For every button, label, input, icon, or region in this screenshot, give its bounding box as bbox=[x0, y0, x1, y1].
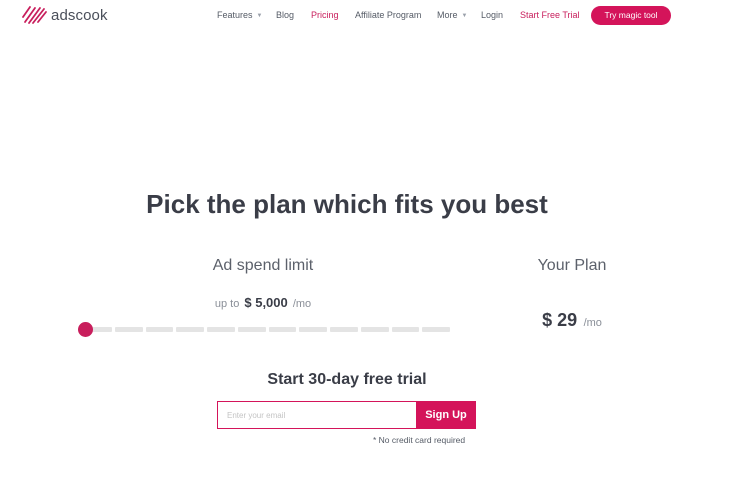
trial-title: Start 30-day free trial bbox=[267, 371, 427, 388]
slider-segment bbox=[330, 327, 358, 332]
nav-blog[interactable]: Blog bbox=[276, 10, 294, 20]
logo-text: adscook bbox=[51, 6, 108, 24]
logo-mark-icon bbox=[22, 6, 47, 24]
nav-login[interactable]: Login bbox=[481, 10, 503, 20]
page-title: Pick the plan which fits you best bbox=[146, 189, 548, 219]
logo[interactable]: adscook bbox=[22, 5, 108, 25]
nav-features[interactable]: Features ▼ bbox=[217, 10, 262, 20]
slider-segment bbox=[360, 327, 389, 332]
slider-track[interactable] bbox=[84, 327, 450, 332]
ad-spend-prefix: up to bbox=[214, 298, 240, 310]
nav-start-free-trial[interactable]: Start Free Trial bbox=[520, 10, 580, 20]
slider-segment bbox=[176, 327, 204, 332]
slider-segment bbox=[422, 327, 450, 332]
ad-spend-value: up to $ 5,000 /mo bbox=[160, 295, 366, 310]
no-credit-card-note: * No credit card required bbox=[373, 435, 466, 445]
slider-segment bbox=[145, 327, 174, 332]
plan-price-period: /mo bbox=[583, 317, 602, 329]
email-input[interactable] bbox=[217, 401, 416, 429]
ad-spend-title: Ad spend limit bbox=[212, 257, 314, 274]
slider-segment bbox=[114, 327, 143, 332]
nav-features-label: Features bbox=[217, 10, 253, 20]
nav-more-label: More bbox=[437, 10, 458, 20]
ad-spend-amount: $ 5,000 bbox=[244, 295, 288, 310]
your-plan-title: Your Plan bbox=[537, 257, 607, 274]
try-magic-tool-button[interactable]: Try magic tool bbox=[591, 6, 671, 25]
slider-segment bbox=[268, 327, 297, 332]
slider-segment bbox=[207, 327, 235, 332]
sign-up-button[interactable]: Sign Up bbox=[416, 401, 476, 429]
chevron-down-icon: ▼ bbox=[461, 13, 468, 19]
top-nav: adscook Features ▼ Blog Pricing Affiliate… bbox=[0, 0, 750, 32]
slider-segment bbox=[237, 327, 266, 332]
plan-price: $ 29 /mo bbox=[520, 310, 624, 331]
ad-spend-slider[interactable] bbox=[78, 322, 450, 338]
plan-price-amount: $ 29 bbox=[542, 310, 578, 330]
chevron-down-icon: ▼ bbox=[256, 13, 263, 19]
nav-more[interactable]: More ▼ bbox=[437, 10, 467, 20]
slider-segment bbox=[299, 327, 327, 332]
nav-pricing[interactable]: Pricing bbox=[311, 10, 339, 20]
ad-spend-suffix: /mo bbox=[292, 298, 312, 310]
slider-segment bbox=[391, 327, 420, 332]
slider-thumb[interactable] bbox=[78, 322, 93, 337]
nav-affiliate-program[interactable]: Affiliate Program bbox=[355, 10, 421, 20]
